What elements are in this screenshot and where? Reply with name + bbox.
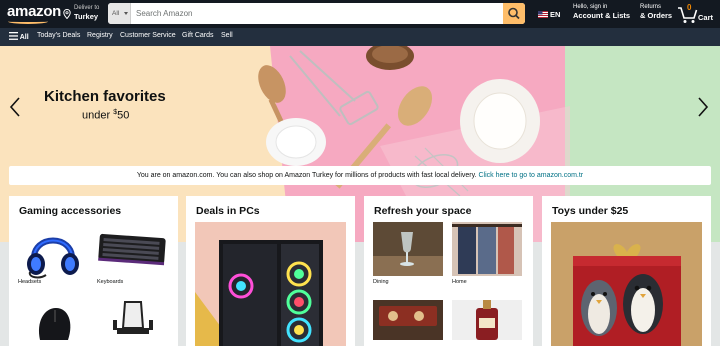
deliver-country: Turkey (74, 12, 99, 21)
amazon-logo[interactable]: amazon (7, 3, 61, 20)
cart-label: Cart (698, 13, 714, 22)
nav-all-label: All (19, 34, 29, 41)
gaming-pc-image (195, 240, 323, 346)
search-icon (508, 7, 520, 20)
grid-item-chair[interactable] (97, 300, 167, 340)
grid-item-home[interactable]: Home (452, 222, 522, 292)
search-category-label: All (112, 10, 120, 17)
search-category-select[interactable]: All (108, 3, 131, 24)
gaming-mouse-image (38, 308, 71, 340)
nav-registry[interactable]: Registry (87, 32, 113, 39)
card-gaming-accessories: Gaming accessories Headsets Keyboards (9, 196, 178, 346)
bath-products-image (452, 300, 522, 340)
returns-label: Returns (640, 4, 662, 10)
international-shopping-notice: You are on amazon.com. You can also shop… (9, 166, 711, 185)
kitchen-image (373, 300, 443, 340)
carousel-next-arrow-icon[interactable] (696, 96, 710, 118)
hero-subtitle-prefix: under (82, 109, 114, 122)
logo-smile-icon (8, 19, 48, 24)
card-title: Toys under $25 (552, 205, 629, 217)
account-label: Account & Lists (573, 11, 631, 20)
grid-item-label: Dining (373, 279, 389, 285)
us-flag-icon (538, 11, 548, 18)
gaming-chair-image (113, 301, 153, 334)
hero-title: Kitchen favorites (44, 88, 166, 105)
grid-item-bath[interactable] (452, 300, 522, 340)
card-title: Deals in PCs (196, 205, 260, 217)
pc-deal-image[interactable] (195, 222, 346, 346)
grid-item-keyboards[interactable]: Keyboards (97, 222, 167, 292)
headset-image (27, 237, 79, 279)
hero-subtitle: under $50 (82, 109, 129, 122)
cart-count: 0 (687, 3, 692, 12)
grid-item-kitchen[interactable] (373, 300, 443, 340)
nav-customer-service[interactable]: Customer Service (120, 32, 176, 39)
grid-item-label: Keyboards (97, 279, 124, 285)
top-header: amazon Deliver to Turkey All Search Amaz… (0, 0, 720, 28)
dining-image (373, 222, 443, 276)
nav-bar: All Today's Deals Registry Customer Serv… (0, 28, 720, 46)
deliver-label: Deliver to (74, 5, 100, 11)
search-bar: All (108, 3, 525, 24)
card-deals-in-pcs: Deals in PCs (186, 196, 355, 346)
grid-item-label: Home (452, 279, 467, 285)
notice-link[interactable]: Click here to go to amazon.com.tr (478, 172, 583, 179)
orders-label: & Orders (640, 11, 673, 20)
carousel-prev-arrow-icon[interactable] (8, 96, 22, 118)
plush-penguins-image (551, 222, 702, 346)
home-towels-image (452, 222, 522, 276)
grid-item-label: Headsets (18, 279, 42, 285)
grid-item-mouse[interactable] (18, 300, 88, 340)
search-input[interactable] (133, 3, 503, 24)
card-refresh-your-space: Refresh your space Dining Home (364, 196, 533, 346)
language-label: EN (550, 10, 561, 19)
card-toys-under-25: Toys under $25 (542, 196, 711, 346)
keyboard-image (98, 233, 166, 266)
nav-gift-cards[interactable]: Gift Cards (182, 32, 214, 39)
grid-item-dining[interactable]: Dining (373, 222, 443, 292)
hero-price: 50 (117, 109, 130, 122)
toys-deal-image[interactable] (551, 222, 702, 346)
returns-orders[interactable]: Returns & Orders (640, 4, 672, 20)
nav-all-menu[interactable]: All (9, 32, 29, 41)
account-greeting: Hello, sign in (573, 4, 608, 10)
notice-text: You are on amazon.com. You can also shop… (136, 172, 477, 179)
account-lists[interactable]: Hello, sign in Account & Lists (573, 4, 630, 20)
card-title: Refresh your space (374, 205, 472, 217)
nav-sell[interactable]: Sell (221, 32, 233, 39)
card-title: Gaming accessories (19, 205, 122, 217)
grid-item-headsets[interactable]: Headsets (18, 222, 88, 292)
nav-todays-deals[interactable]: Today's Deals (37, 32, 80, 39)
hamburger-menu-icon (9, 32, 18, 40)
location-pin-icon (63, 9, 71, 19)
search-button[interactable] (503, 3, 525, 24)
caret-down-icon (124, 12, 128, 15)
cart-button[interactable]: 0 Cart (677, 3, 717, 25)
